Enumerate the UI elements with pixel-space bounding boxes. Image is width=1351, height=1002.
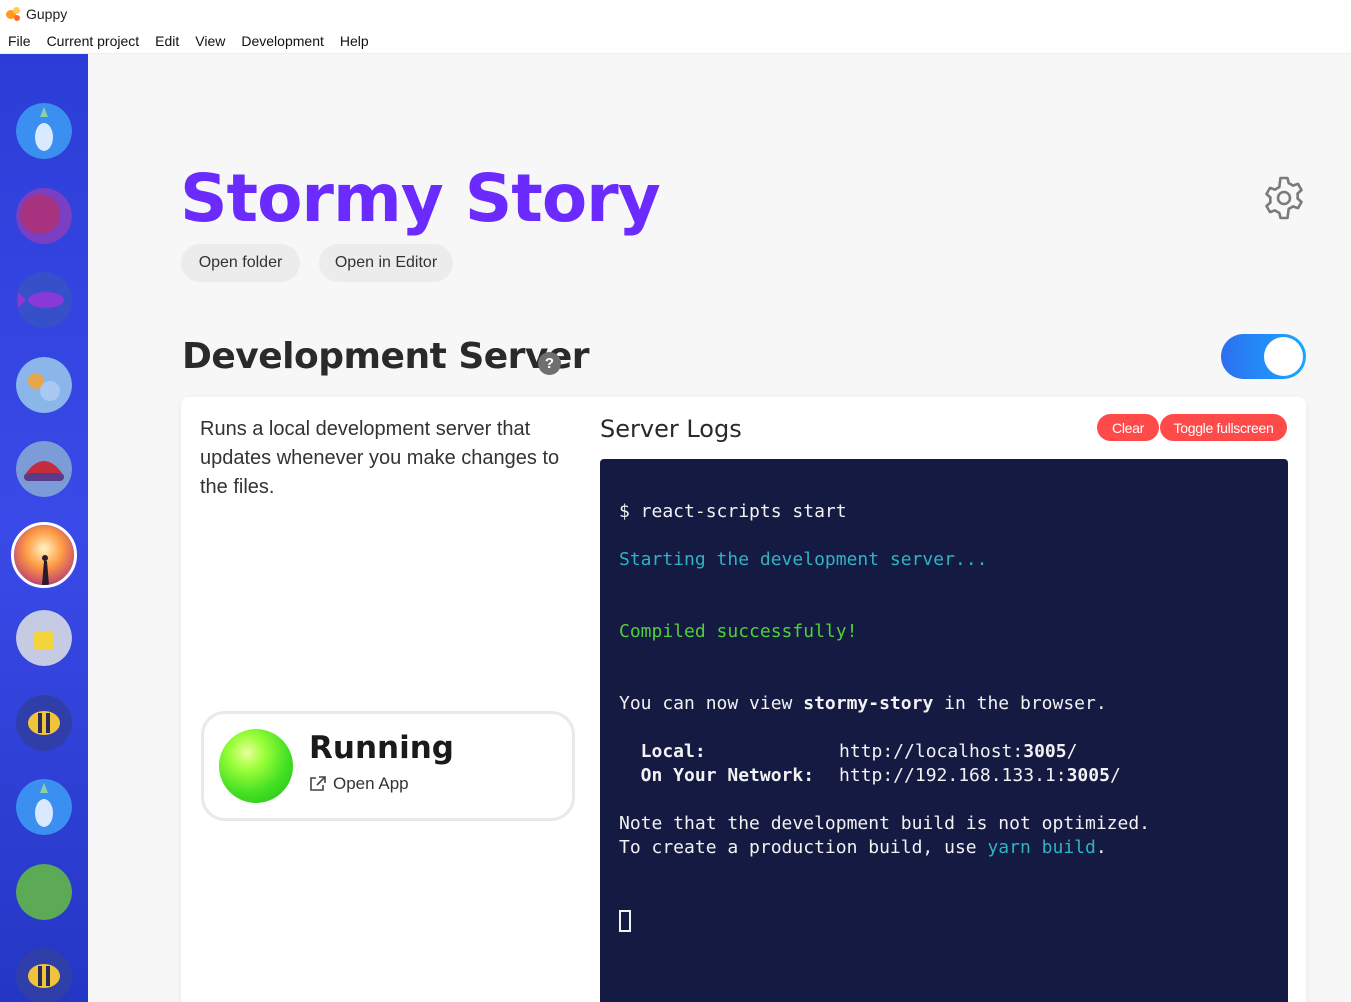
server-logs-terminal[interactable]: $ react-scripts start Starting the devel…	[600, 459, 1288, 1002]
guppy-logo-icon	[4, 5, 22, 23]
log-compiled: Compiled successfully!	[619, 621, 858, 642]
server-status-box: Running Open App	[201, 711, 575, 821]
log-command: $ react-scripts start	[619, 501, 847, 522]
project-avatar-pineapple-2-icon[interactable]	[16, 779, 72, 835]
server-logs-title: Server Logs	[600, 415, 742, 443]
dev-server-card: Runs a local development server that upd…	[181, 397, 1306, 1002]
log-local-label: Local:	[619, 741, 706, 762]
clear-logs-button[interactable]: Clear	[1097, 414, 1159, 441]
menu-view[interactable]: View	[187, 28, 233, 54]
open-app-label: Open App	[333, 774, 409, 793]
status-label: Running	[309, 730, 454, 766]
open-in-editor-button[interactable]: Open in Editor	[319, 244, 453, 282]
log-network-url: http://192.168.133.1:3005/	[839, 765, 1121, 786]
menu-edit[interactable]: Edit	[147, 28, 187, 54]
dev-server-description: Runs a local development server that upd…	[200, 418, 560, 498]
project-avatar-fish-icon[interactable]	[16, 272, 72, 328]
project-avatar-cup-icon[interactable]	[16, 610, 72, 666]
help-icon[interactable]: ?	[538, 352, 561, 375]
log-network-label: On Your Network:	[619, 765, 815, 786]
project-avatar-pineapple-icon[interactable]	[16, 103, 72, 159]
menu-file[interactable]: File	[0, 28, 39, 54]
menu-development[interactable]: Development	[233, 28, 332, 54]
log-starting: Starting the development server...	[619, 549, 988, 570]
status-running-orb-icon	[219, 729, 293, 803]
project-avatar-tropical-fish-icon[interactable]	[16, 695, 72, 751]
dev-server-title: Development Server	[182, 336, 590, 377]
terminal-cursor	[619, 910, 631, 932]
log-local-url: http://localhost:3005/	[839, 741, 1078, 762]
toggle-knob	[1264, 337, 1303, 376]
open-folder-button[interactable]: Open folder	[181, 244, 300, 282]
external-link-icon	[310, 776, 326, 791]
window-title: Guppy	[26, 6, 68, 22]
project-avatar-tropical-fish-2-icon[interactable]	[16, 948, 72, 1002]
log-note-line-2: To create a production build, use yarn b…	[619, 837, 1107, 858]
menu-current-project[interactable]: Current project	[39, 28, 148, 54]
project-avatar-green-blob-icon[interactable]	[16, 864, 72, 920]
project-sidebar	[0, 54, 88, 1002]
log-note-line-1: Note that the development build is not o…	[619, 813, 1151, 834]
open-app-link[interactable]: Open App	[309, 774, 409, 794]
main-content: Stormy Story Open folder Open in Editor …	[88, 54, 1351, 1002]
project-avatar-coral-icon[interactable]	[16, 357, 72, 413]
settings-gear-icon[interactable]	[1260, 174, 1308, 222]
log-view-line: You can now view stormy-story in the bro…	[619, 693, 1107, 714]
project-title: Stormy Story	[180, 160, 661, 237]
project-avatar-purple-blob-icon[interactable]	[16, 188, 72, 244]
project-avatar-sunset-icon[interactable]	[11, 522, 77, 588]
dev-server-toggle[interactable]	[1221, 334, 1306, 379]
project-avatar-hat-icon[interactable]	[16, 441, 72, 497]
menu-help[interactable]: Help	[332, 28, 377, 54]
toggle-fullscreen-button[interactable]: Toggle fullscreen	[1160, 414, 1287, 441]
window-titlebar: Guppy	[0, 0, 1351, 28]
menu-bar: File Current project Edit View Developme…	[0, 28, 1351, 54]
